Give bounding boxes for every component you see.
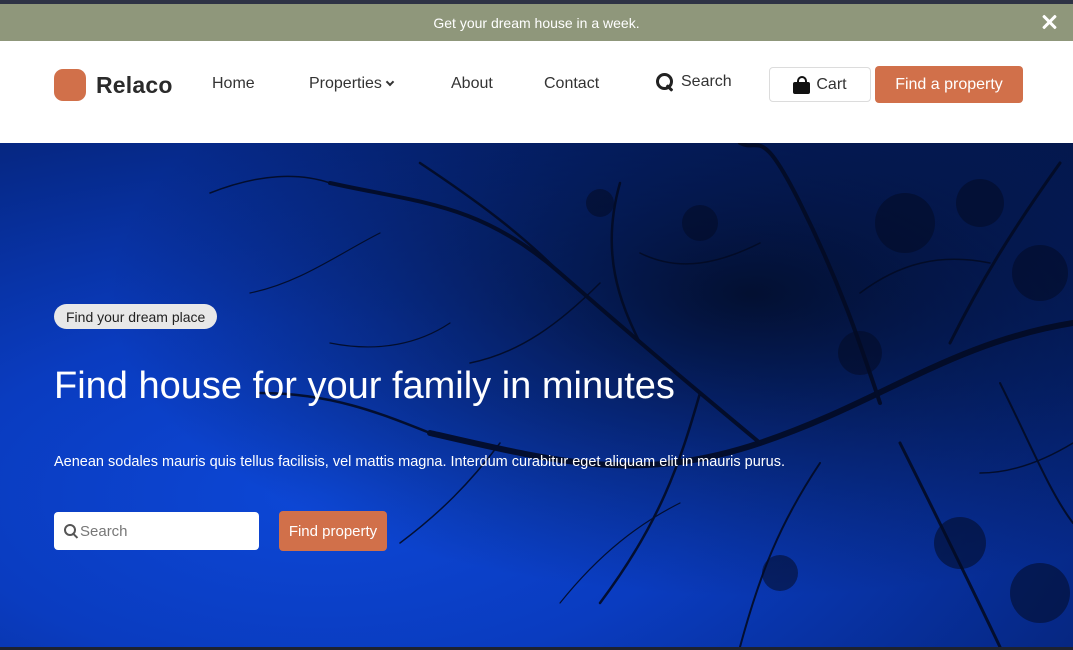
search-icon (655, 72, 675, 92)
announcement-text: Get your dream house in a week. (433, 14, 640, 31)
nav-contact[interactable]: Contact (544, 75, 599, 93)
hero-badge: Find your dream place (54, 304, 218, 329)
cart-label: Cart (816, 75, 847, 93)
find-property-button[interactable]: Find property (279, 511, 387, 551)
nav-about[interactable]: About (451, 75, 493, 93)
close-icon[interactable] (1039, 12, 1059, 32)
shopping-bag-icon (793, 75, 811, 94)
logo-text: Relaco (96, 71, 173, 98)
nav-properties[interactable]: Properties (309, 75, 395, 93)
navbar: Relaco Home Properties About Contact Sea… (0, 41, 1073, 143)
cart-button[interactable]: Cart (769, 67, 871, 102)
nav-properties-label: Properties (309, 75, 382, 92)
chevron-down-icon (385, 77, 395, 87)
hero-title: Find house for your family in minutes (54, 365, 675, 407)
logo[interactable]: Relaco (54, 69, 173, 101)
announcement-bar: Get your dream house in a week. (0, 4, 1073, 41)
hero-subtitle: Aenean sodales mauris quis tellus facili… (54, 454, 785, 470)
logo-mark-icon (54, 69, 86, 101)
nav-search-button[interactable]: Search (655, 72, 732, 92)
search-icon (64, 523, 79, 539)
hero-search-input[interactable] (80, 522, 250, 540)
nav-search-label: Search (681, 73, 732, 90)
hero-search-field[interactable] (54, 512, 259, 550)
hero-section: Find your dream place Find house for you… (0, 143, 1073, 647)
find-a-property-button[interactable]: Find a property (875, 66, 1023, 103)
nav-home[interactable]: Home (212, 75, 255, 93)
